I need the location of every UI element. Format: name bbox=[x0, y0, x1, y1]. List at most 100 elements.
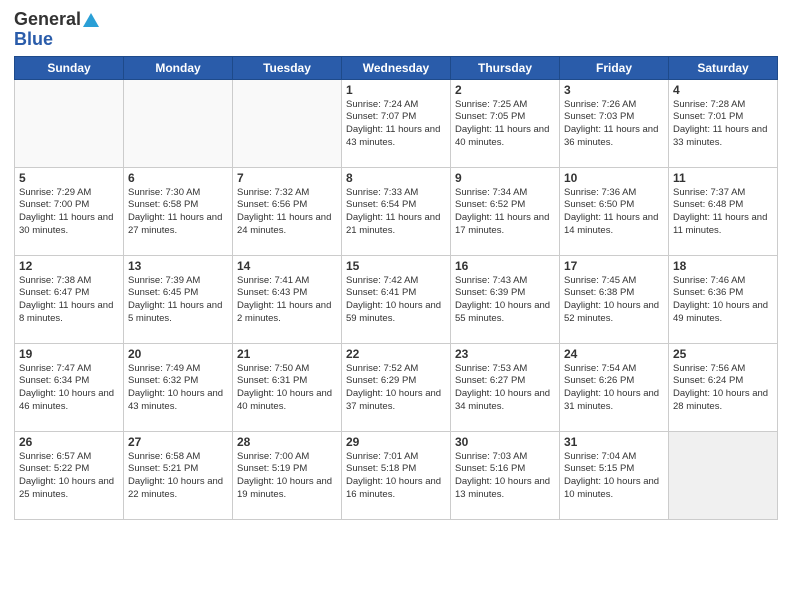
cell-content: Sunrise: 7:38 AMSunset: 6:47 PMDaylight:… bbox=[19, 275, 119, 326]
sunrise-label: Sunrise: 7:28 AM bbox=[673, 99, 745, 110]
cell-content: Sunrise: 7:25 AMSunset: 7:05 PMDaylight:… bbox=[455, 99, 555, 150]
day-number: 14 bbox=[237, 259, 337, 273]
sunrise-label: Sunrise: 7:36 AM bbox=[564, 187, 636, 198]
logo-blue-text: Blue bbox=[14, 30, 53, 50]
calendar-cell: 4Sunrise: 7:28 AMSunset: 7:01 PMDaylight… bbox=[669, 79, 778, 167]
sunset-label: Sunset: 6:52 PM bbox=[455, 199, 525, 210]
sunset-label: Sunset: 6:43 PM bbox=[237, 287, 307, 298]
cell-content: Sunrise: 7:00 AMSunset: 5:19 PM Daylight:… bbox=[237, 451, 337, 502]
cell-content: Sunrise: 7:41 AMSunset: 6:43 PMDaylight:… bbox=[237, 275, 337, 326]
calendar-cell: 31Sunrise: 7:04 AMSunset: 5:15 PMDayligh… bbox=[560, 431, 669, 519]
sunrise-label: Sunrise: 7:52 AM bbox=[346, 363, 418, 374]
sunrise-label: Sunrise: 7:39 AM bbox=[128, 275, 200, 286]
calendar-cell: 7Sunrise: 7:32 AMSunset: 6:56 PMDaylight… bbox=[233, 167, 342, 255]
calendar-cell: 3Sunrise: 7:26 AMSunset: 7:03 PMDaylight… bbox=[560, 79, 669, 167]
cell-content: Sunrise: 7:49 AMSunset: 6:32 PMDaylight:… bbox=[128, 363, 228, 414]
calendar-cell: 20 Sunrise: 7:49 AMSunset: 6:32 PMDayligh… bbox=[124, 343, 233, 431]
cell-content: Sunrise: 7:43 AMSunset: 6:39 PMDaylight:… bbox=[455, 275, 555, 326]
cell-content: Sunrise: 7:56 AMSunset: 6:24 PMDaylight:… bbox=[673, 363, 773, 414]
header-monday: Monday bbox=[124, 56, 233, 79]
sunset-label: Sunset: 6:48 PM bbox=[673, 199, 743, 210]
calendar-cell: 23 Sunrise: 7:53 AMSunset: 6:27 PMDayligh… bbox=[451, 343, 560, 431]
daylight-label: Daylight: 10 hours and 55 minutes. bbox=[455, 300, 550, 324]
day-number: 20 bbox=[128, 347, 228, 361]
daylight-label: Daylight: 11 hours and 5 minutes. bbox=[128, 300, 222, 324]
day-number: 8 bbox=[346, 171, 446, 185]
daylight-label: Daylight: 11 hours and 14 minutes. bbox=[564, 212, 658, 236]
day-number: 16 bbox=[455, 259, 555, 273]
cell-content: Sunrise: 7:24 AMSunset: 7:07 PMDaylight:… bbox=[346, 99, 446, 150]
sunset-label: Sunset: 6:45 PM bbox=[128, 287, 198, 298]
sunset-label: Sunset: 7:01 PM bbox=[673, 111, 743, 122]
cell-content: Sunrise: 7:36 AMSunset: 6:50 PM Daylight:… bbox=[564, 187, 664, 238]
daylight-label: Daylight: 11 hours and 43 minutes. bbox=[346, 124, 440, 148]
cell-content: Sunrise: 6:58 AMSunset: 5:21 PM Daylight:… bbox=[128, 451, 228, 502]
week-row-4: 26Sunrise: 6:57 AMSunset: 5:22 PMDayligh… bbox=[15, 431, 778, 519]
sunset-label: Sunset: 5:19 PM bbox=[237, 463, 307, 474]
sunset-label: Sunset: 5:21 PM bbox=[128, 463, 198, 474]
header-saturday: Saturday bbox=[669, 56, 778, 79]
calendar-cell: 1 Sunrise: 7:24 AMSunset: 7:07 PMDaylight… bbox=[342, 79, 451, 167]
daylight-label: Daylight: 11 hours and 30 minutes. bbox=[19, 212, 113, 236]
cell-content: Sunrise: 7:54 AMSunset: 6:26 PMDaylight:… bbox=[564, 363, 664, 414]
day-number: 13 bbox=[128, 259, 228, 273]
sunset-label: Sunset: 6:36 PM bbox=[673, 287, 743, 298]
daylight-label: Daylight: 11 hours and 36 minutes. bbox=[564, 124, 658, 148]
sunset-label: Sunset: 7:03 PM bbox=[564, 111, 634, 122]
day-number: 30 bbox=[455, 435, 555, 449]
daylight-label: Daylight: 11 hours and 24 minutes. bbox=[237, 212, 331, 236]
sunset-label: Sunset: 6:50 PM bbox=[564, 199, 634, 210]
calendar-cell: 29Sunrise: 7:01 AMSunset: 5:18 PMDayligh… bbox=[342, 431, 451, 519]
sunset-label: Sunset: 6:27 PM bbox=[455, 375, 525, 386]
calendar-cell: 22Sunrise: 7:52 AMSunset: 6:29 PMDayligh… bbox=[342, 343, 451, 431]
calendar-cell: 17Sunrise: 7:45 AMSunset: 6:38 PMDayligh… bbox=[560, 255, 669, 343]
day-number: 3 bbox=[564, 83, 664, 97]
day-number: 22 bbox=[346, 347, 446, 361]
header-thursday: Thursday bbox=[451, 56, 560, 79]
calendar-cell: 19Sunrise: 7:47 AMSunset: 6:34 PMDayligh… bbox=[15, 343, 124, 431]
sunrise-label: Sunrise: 7:46 AM bbox=[673, 275, 745, 286]
cell-content: Sunrise: 7:34 AMSunset: 6:52 PMDaylight:… bbox=[455, 187, 555, 238]
daylight-label: Daylight: 11 hours and 27 minutes. bbox=[128, 212, 222, 236]
sunset-label: Sunset: 7:00 PM bbox=[19, 199, 89, 210]
sunrise-label: Sunrise: 7:33 AM bbox=[346, 187, 418, 198]
cell-content: Sunrise: 7:04 AMSunset: 5:15 PMDaylight:… bbox=[564, 451, 664, 502]
cell-content: Sunrise: 7:30 AMSunset: 6:58 PMDaylight:… bbox=[128, 187, 228, 238]
sunset-label: Sunset: 6:58 PM bbox=[128, 199, 198, 210]
calendar-cell: 28Sunrise: 7:00 AMSunset: 5:19 PMDayligh… bbox=[233, 431, 342, 519]
daylight-label: Daylight: 11 hours and 33 minutes. bbox=[673, 124, 767, 148]
sunrise-label: Sunrise: 7:50 AM bbox=[237, 363, 309, 374]
calendar-cell: 21Sunrise: 7:50 AMSunset: 6:31 PMDayligh… bbox=[233, 343, 342, 431]
daylight-label: Daylight: 11 hours and 8 minutes. bbox=[19, 300, 113, 324]
week-row-0: 1 Sunrise: 7:24 AMSunset: 7:07 PMDaylight… bbox=[15, 79, 778, 167]
calendar-cell: 9Sunrise: 7:34 AMSunset: 6:52 PMDaylight… bbox=[451, 167, 560, 255]
sunrise-label: Sunrise: 7:47 AM bbox=[19, 363, 91, 374]
day-number: 23 bbox=[455, 347, 555, 361]
logo: General Blue bbox=[14, 10, 100, 50]
day-number: 21 bbox=[237, 347, 337, 361]
daylight-label: Daylight: 10 hours and 22 minutes. bbox=[128, 476, 223, 500]
daylight-label: Daylight: 10 hours and 31 minutes. bbox=[564, 388, 659, 412]
calendar-table: SundayMondayTuesdayWednesdayThursdayFrid… bbox=[14, 56, 778, 520]
calendar-cell: 14 Sunrise: 7:41 AMSunset: 6:43 PMDayligh… bbox=[233, 255, 342, 343]
cell-content: Sunrise: 7:53 AMSunset: 6:27 PMDaylight:… bbox=[455, 363, 555, 414]
cell-content: Sunrise: 7:42 AMSunset: 6:41 PMDaylight:… bbox=[346, 275, 446, 326]
daylight-label: Daylight: 10 hours and 19 minutes. bbox=[237, 476, 332, 500]
sunset-label: Sunset: 5:15 PM bbox=[564, 463, 634, 474]
sunrise-label: Sunrise: 6:58 AM bbox=[128, 451, 200, 462]
calendar-cell: 15Sunrise: 7:42 AMSunset: 6:41 PMDayligh… bbox=[342, 255, 451, 343]
sunset-label: Sunset: 6:38 PM bbox=[564, 287, 634, 298]
sunrise-label: Sunrise: 7:45 AM bbox=[564, 275, 636, 286]
sunrise-label: Sunrise: 7:00 AM bbox=[237, 451, 309, 462]
day-number: 1 bbox=[346, 83, 446, 97]
sunrise-label: Sunrise: 7:49 AM bbox=[128, 363, 200, 374]
day-number: 25 bbox=[673, 347, 773, 361]
sunrise-label: Sunrise: 7:29 AM bbox=[19, 187, 91, 198]
calendar-cell bbox=[124, 79, 233, 167]
cell-content: Sunrise: 7:01 AMSunset: 5:18 PMDaylight:… bbox=[346, 451, 446, 502]
calendar-cell bbox=[669, 431, 778, 519]
sunset-label: Sunset: 6:54 PM bbox=[346, 199, 416, 210]
sunset-label: Sunset: 6:34 PM bbox=[19, 375, 89, 386]
daylight-label: Daylight: 11 hours and 2 minutes. bbox=[237, 300, 331, 324]
cell-content: Sunrise: 7:33 AMSunset: 6:54 PMDaylight:… bbox=[346, 187, 446, 238]
